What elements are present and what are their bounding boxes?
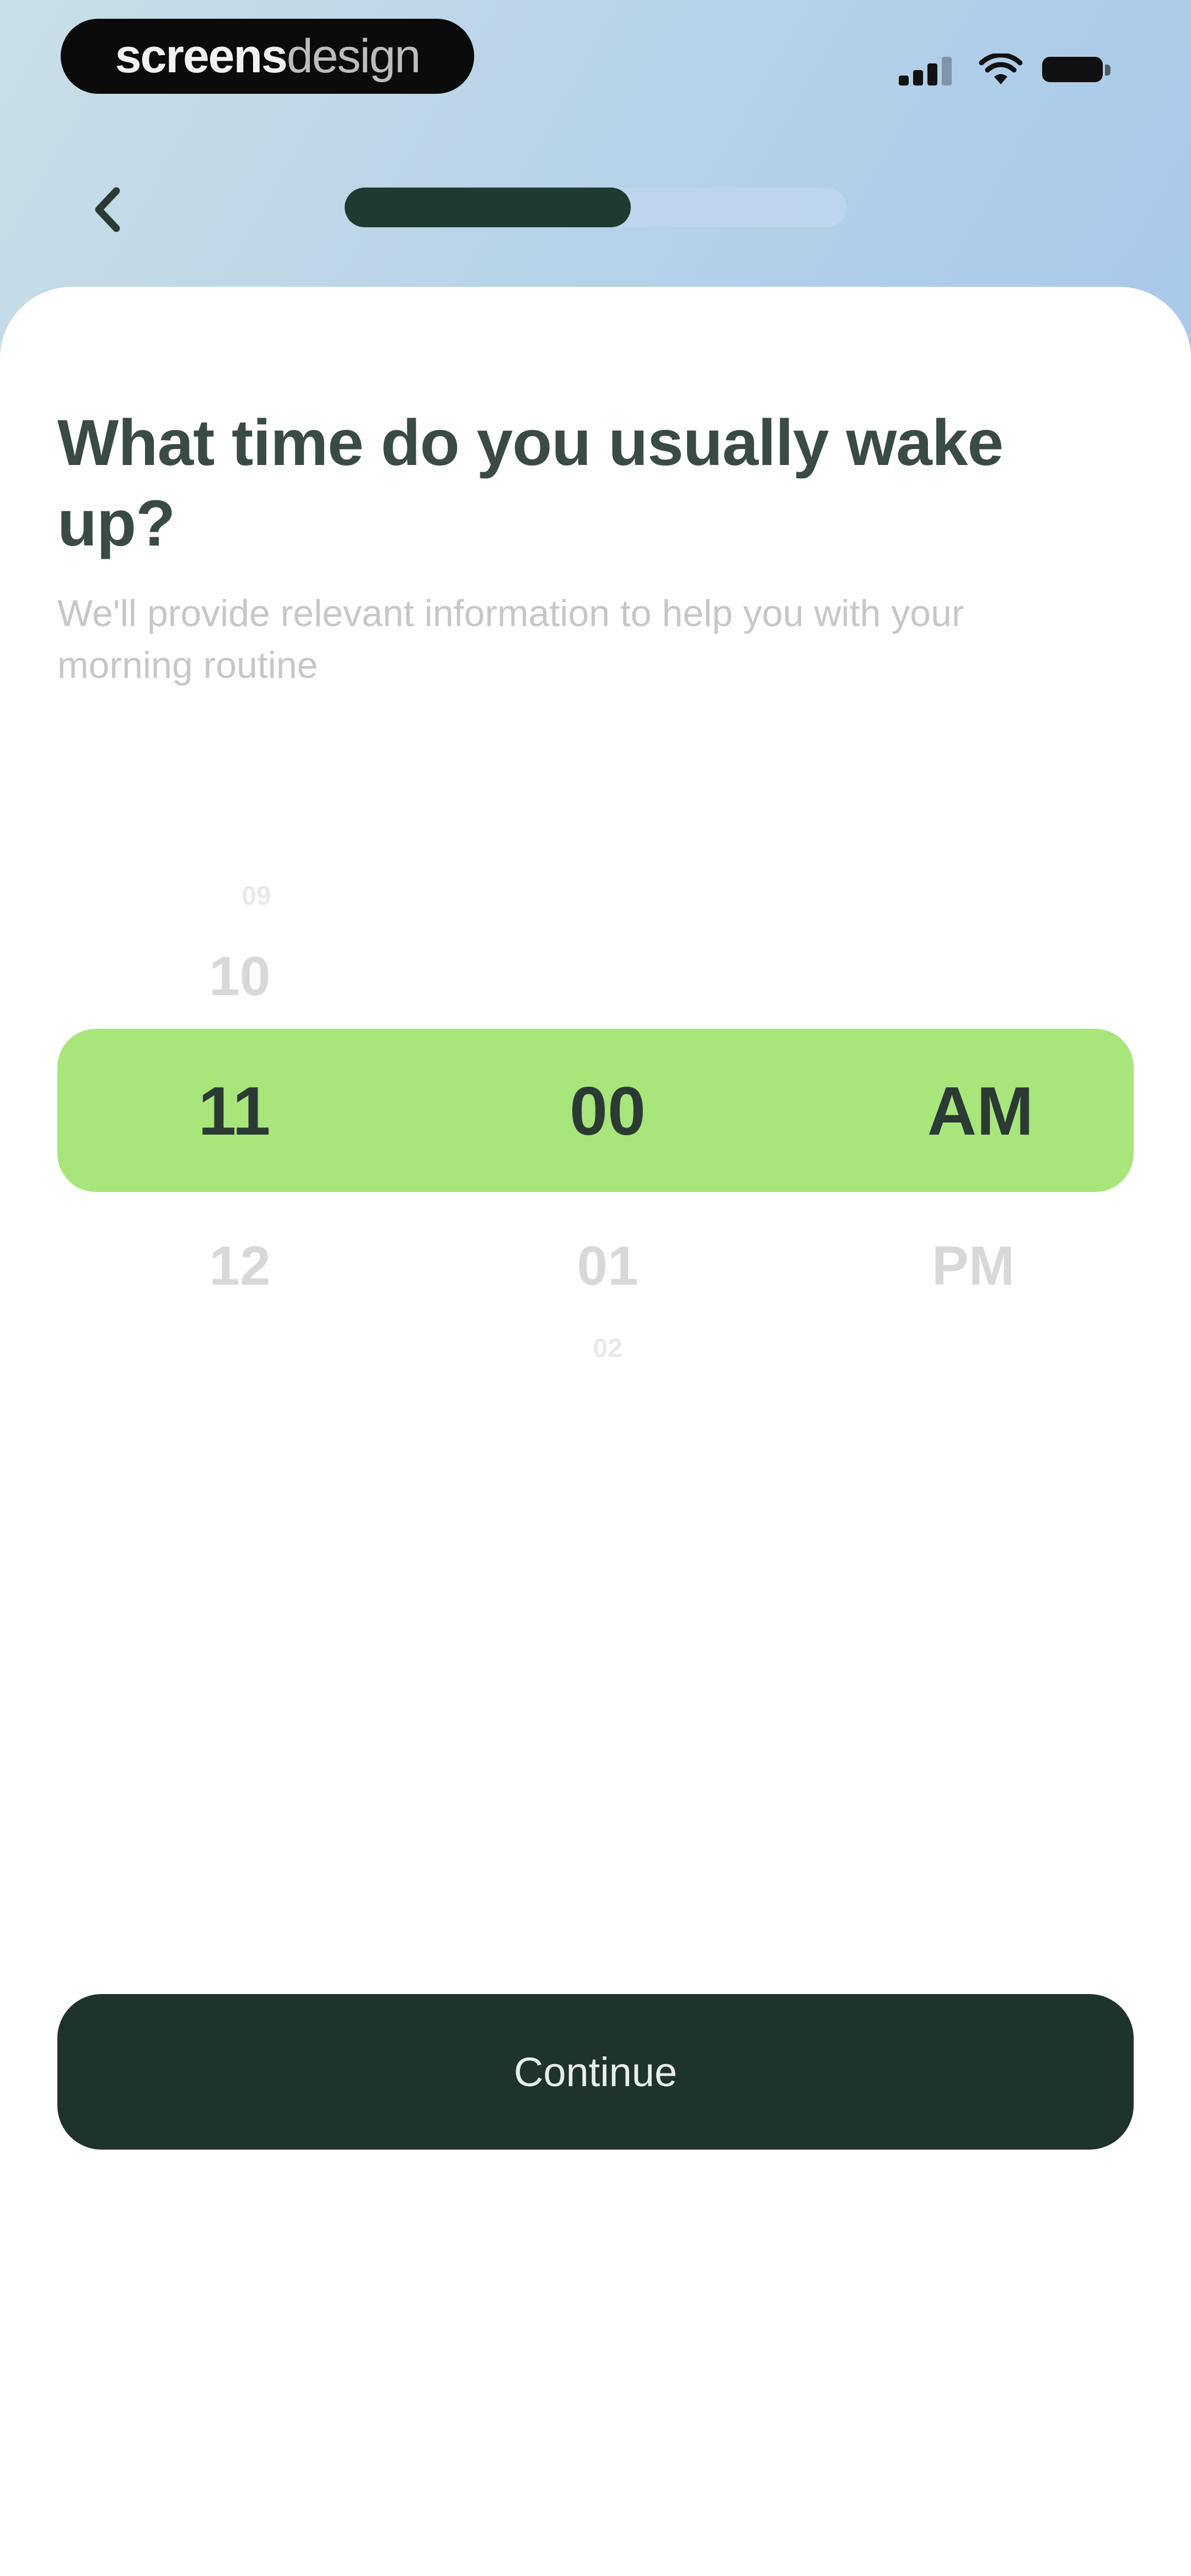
chevron-left-icon — [95, 187, 120, 232]
onboarding-screen: screens design What time do you usually w… — [0, 0, 1191, 2576]
hour-option-selected[interactable]: 11 — [119, 1070, 350, 1153]
minute-option-far-below[interactable]: 02 — [492, 1332, 723, 1365]
progress-fill — [345, 188, 631, 227]
question-title: What time do you usually wake up? — [57, 407, 1004, 560]
status-icons — [899, 52, 1114, 85]
back-button[interactable] — [80, 177, 135, 243]
question-subtitle: We'll provide relevant information to he… — [57, 592, 964, 686]
minute-option-selected[interactable]: 00 — [492, 1070, 723, 1153]
continue-label: Continue — [513, 2049, 678, 2095]
hour-option-below[interactable]: 12 — [124, 1233, 356, 1299]
minute-option-below[interactable]: 01 — [492, 1233, 723, 1299]
onboarding-progress-bar — [345, 188, 846, 227]
brand-bold-text: screens — [115, 29, 288, 83]
brand-light-text: design — [286, 29, 421, 83]
hour-option-far-above[interactable]: 09 — [141, 880, 372, 913]
hour-option-above[interactable]: 10 — [124, 943, 356, 1009]
battery-tip — [1105, 65, 1110, 76]
wifi-icon — [979, 54, 1023, 84]
brand-badge: screens design — [61, 19, 474, 94]
battery-icon — [1042, 57, 1103, 82]
continue-button[interactable]: Continue — [57, 1994, 1134, 2150]
period-option-selected[interactable]: AM — [865, 1070, 1096, 1153]
time-picker[interactable]: 09 10 11 12 00 01 02 AM PM — [0, 838, 1191, 1445]
content-sheet: What time do you usually wake up? We'll … — [0, 287, 1191, 2576]
period-option-below[interactable]: PM — [857, 1233, 1089, 1299]
